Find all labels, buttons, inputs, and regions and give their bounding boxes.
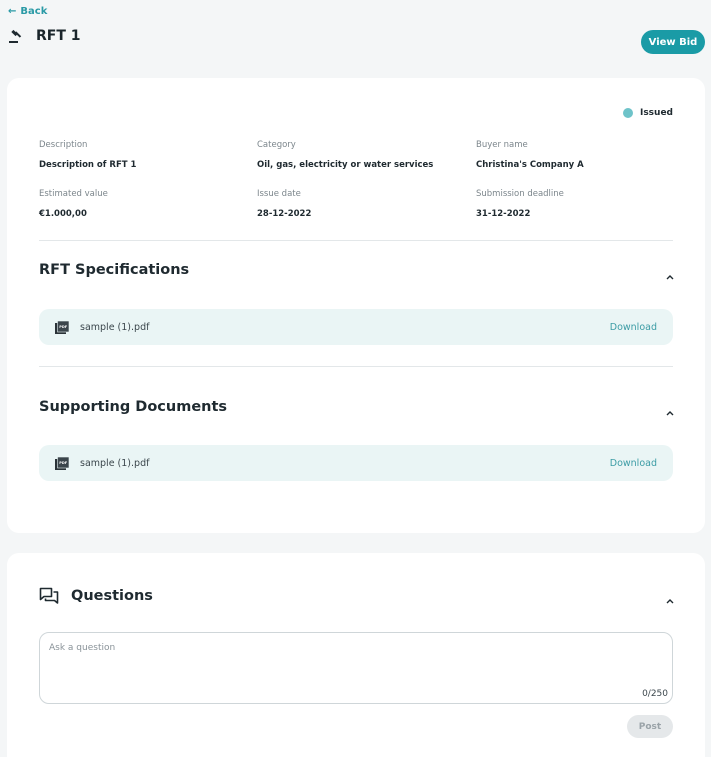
status-dot [622,108,633,118]
status-badge: Issued [622,108,673,118]
svg-text:PDF: PDF [59,325,67,329]
character-counter: 0/250 [642,689,668,699]
questions-header: Questions [39,587,153,605]
question-input[interactable] [40,633,672,703]
estimated-value-field: Estimated value €1.000,00 [39,189,108,219]
chevron-up-icon[interactable] [664,597,676,605]
chevron-up-icon[interactable] [664,273,676,281]
issue-date-field: Issue date 28-12-2022 [257,189,311,219]
description-value: Description of RFT 1 [39,160,137,170]
supporting-download-link[interactable]: Download [610,458,657,469]
category-value: Oil, gas, electricity or water services [257,160,434,170]
pdf-file-icon: PDF [55,320,69,334]
submission-deadline-field: Submission deadline 31-12-2022 [476,189,564,219]
pdf-file-icon: PDF [55,456,69,470]
buyer-label: Buyer name [476,140,528,150]
buyer-field: Buyer name Christina's Company A [476,140,584,170]
back-label: Back [20,6,48,17]
status-label: Issued [639,108,673,118]
page-title: RFT 1 [36,28,81,44]
gavel-icon [9,29,22,43]
estimated-value-label: Estimated value [39,189,108,199]
view-bid-button[interactable]: View Bid [641,30,705,54]
rft-specifications-title: RFT Specifications [39,262,190,278]
back-link[interactable]: ← Back [8,6,47,17]
submission-deadline-value: 31-12-2022 [476,209,531,219]
description-field: Description Description of RFT 1 [39,140,136,170]
category-label: Category [257,140,296,150]
supporting-file-row: PDF sample (1).pdf Download [39,445,673,481]
chevron-up-icon[interactable] [664,409,676,417]
submission-deadline-label: Submission deadline [476,189,564,199]
description-label: Description [39,140,88,150]
specification-file-name: sample (1).pdf [80,321,150,333]
chat-bubbles-icon [39,587,59,604]
rft-details-card: Issued Description Description of RFT 1 … [7,78,705,533]
questions-card: Questions 0/250 Post [7,553,705,757]
post-button[interactable]: Post [627,715,673,738]
svg-text:PDF: PDF [59,461,67,465]
estimated-value-value: €1.000,00 [39,209,87,219]
supporting-documents-title: Supporting Documents [39,399,228,415]
questions-title: Questions [71,588,153,604]
specification-file-row: PDF sample (1).pdf Download [39,309,673,345]
supporting-file-name: sample (1).pdf [80,457,150,469]
category-field: Category Oil, gas, electricity or water … [257,140,433,170]
buyer-value: Christina's Company A [476,160,584,170]
page-header: RFT 1 [8,28,81,44]
specification-download-link[interactable]: Download [610,322,657,333]
arrow-left-icon: ← [8,6,17,17]
issue-date-label: Issue date [257,189,301,199]
question-input-box: 0/250 [39,632,673,704]
issue-date-value: 28-12-2022 [257,209,312,219]
divider [39,240,673,241]
divider [39,366,673,367]
